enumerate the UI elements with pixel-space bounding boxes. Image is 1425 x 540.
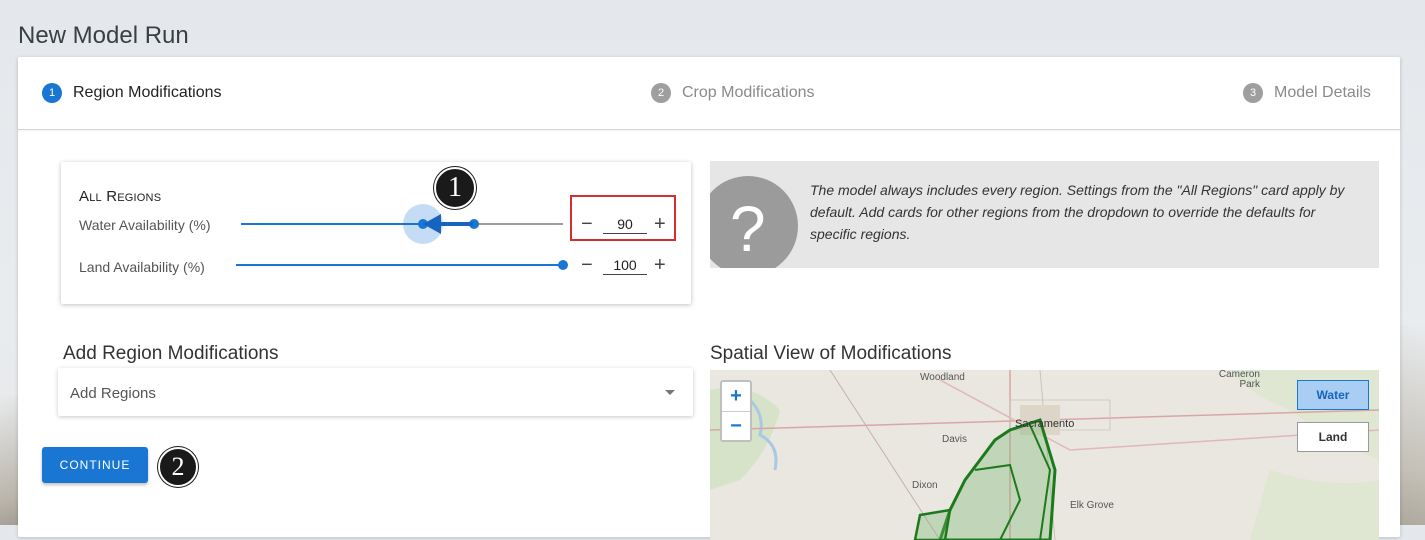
- water-layer-button[interactable]: Water: [1297, 380, 1369, 410]
- step-label: Crop Modifications: [682, 84, 815, 101]
- step-region-modifications[interactable]: 1 Region Modifications: [42, 83, 222, 103]
- stepper: 1 Region Modifications 2 Crop Modificati…: [18, 57, 1400, 130]
- step-crop-modifications[interactable]: 2 Crop Modifications: [651, 83, 815, 103]
- step-number-badge: 2: [651, 83, 671, 103]
- map-label-elk-grove: Elk Grove: [1070, 500, 1114, 511]
- question-mark-icon: ?: [730, 193, 766, 265]
- add-regions-select[interactable]: Add Regions: [58, 368, 693, 416]
- page-title: New Model Run: [18, 22, 189, 49]
- zoom-in-button[interactable]: +: [722, 382, 750, 412]
- map-zoom-control: + −: [720, 380, 752, 442]
- drag-direction-arrow-icon: [423, 214, 473, 234]
- land-value-input[interactable]: 100: [603, 257, 647, 275]
- annotation-badge-2: 2: [158, 447, 198, 487]
- map-label-woodland: Woodland: [920, 372, 965, 383]
- map-label-sacramento: Sacramento: [1015, 418, 1075, 430]
- step-label: Model Details: [1274, 84, 1371, 101]
- model-run-card: 1 Region Modifications 2 Crop Modificati…: [18, 57, 1400, 540]
- step-model-details[interactable]: 3 Model Details: [1243, 83, 1371, 103]
- land-slider-thumb[interactable]: [558, 260, 568, 270]
- water-availability-label: Water Availability (%): [79, 217, 211, 233]
- map-label-dixon: Dixon: [912, 480, 938, 491]
- water-slider-track-filled[interactable]: [241, 223, 423, 225]
- land-decrement-button[interactable]: −: [581, 255, 593, 275]
- add-region-title: Add Region Modifications: [63, 343, 279, 364]
- land-layer-button[interactable]: Land: [1297, 422, 1369, 452]
- help-text: The model always includes every region. …: [810, 182, 1345, 242]
- chevron-down-icon: [665, 390, 675, 395]
- land-increment-button[interactable]: +: [654, 255, 666, 275]
- step-number-badge: 1: [42, 83, 62, 103]
- step-label: Region Modifications: [73, 84, 222, 101]
- zoom-out-button[interactable]: −: [722, 412, 750, 441]
- all-regions-title: All Regions: [79, 188, 162, 205]
- map-background: [710, 370, 1379, 540]
- step-number-badge: 3: [1243, 83, 1263, 103]
- annotation-badge-1: 1: [434, 167, 476, 209]
- spatial-map[interactable]: Woodland Sacramento Davis Dixon Elk Grov…: [710, 370, 1379, 540]
- map-label-davis: Davis: [942, 434, 968, 445]
- add-regions-placeholder: Add Regions: [70, 385, 156, 402]
- help-box: ? The model always includes every region…: [710, 161, 1379, 268]
- land-availability-label: Land Availability (%): [79, 259, 205, 275]
- spatial-view-title: Spatial View of Modifications: [710, 343, 952, 364]
- highlight-box: [570, 195, 676, 241]
- map-label-cameron-park: Cameron Park: [1218, 370, 1260, 390]
- continue-button[interactable]: CONTINUE: [42, 447, 148, 483]
- land-slider-track-filled[interactable]: [236, 264, 563, 266]
